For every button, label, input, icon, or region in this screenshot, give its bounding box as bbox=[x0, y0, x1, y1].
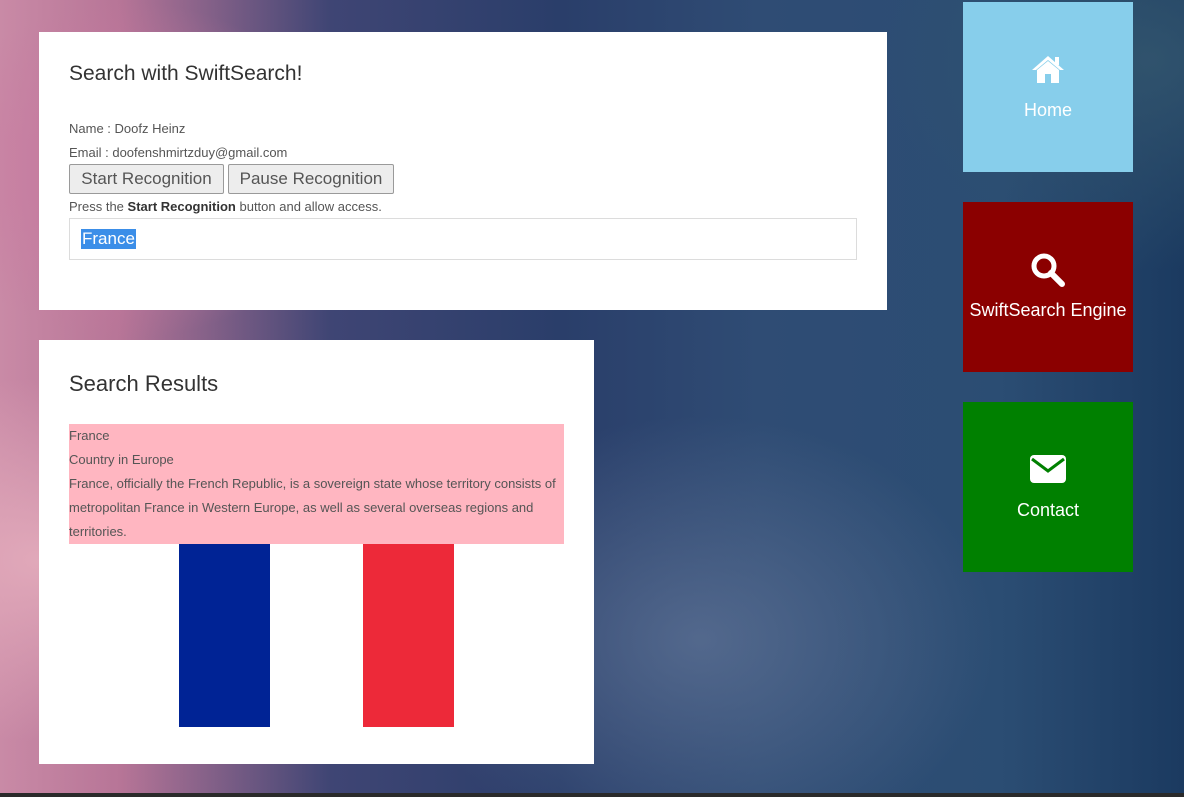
instruction-bold: Start Recognition bbox=[127, 199, 236, 214]
results-panel: Search Results France Country in Europe … bbox=[39, 340, 594, 764]
instruction-prefix: Press the bbox=[69, 199, 128, 214]
home-icon bbox=[963, 54, 1133, 89]
nav-tile-label: Contact bbox=[1016, 500, 1080, 520]
nav-tile-swiftsearch[interactable]: SwiftSearch Engine bbox=[963, 202, 1133, 372]
nav-tile-home[interactable]: Home bbox=[963, 2, 1133, 172]
search-panel-title: Search with SwiftSearch! bbox=[69, 62, 303, 85]
nav-tile-contact[interactable]: Contact bbox=[963, 402, 1133, 572]
nav-tile-label: SwiftSearch Engine bbox=[969, 300, 1127, 320]
result-title: France bbox=[69, 428, 110, 443]
result-summary: France Country in Europe France, officia… bbox=[69, 424, 564, 544]
flag-white-stripe bbox=[270, 544, 363, 727]
flag-red-stripe bbox=[363, 544, 454, 727]
pause-recognition-button[interactable]: Pause Recognition bbox=[228, 164, 394, 194]
france-flag-image bbox=[179, 544, 454, 727]
user-email: Email : doofenshmirtzduy@gmail.com bbox=[69, 145, 288, 160]
recognized-query-field[interactable]: France bbox=[69, 218, 857, 260]
start-recognition-button[interactable]: Start Recognition bbox=[69, 164, 224, 194]
search-icon bbox=[963, 252, 1133, 293]
results-title: Search Results bbox=[69, 371, 219, 396]
envelope-icon bbox=[963, 454, 1133, 489]
user-name: Name : Doofz Heinz bbox=[69, 121, 186, 136]
instruction-suffix: button and allow access. bbox=[235, 199, 382, 214]
result-subtitle: Country in Europe bbox=[69, 452, 174, 467]
nav-tile-label: Home bbox=[1023, 100, 1072, 120]
result-description: France, officially the French Republic, … bbox=[69, 476, 556, 539]
flag-blue-stripe bbox=[179, 544, 270, 727]
query-text: France bbox=[81, 229, 136, 249]
instruction-text: Press the Start Recognition button and a… bbox=[69, 199, 382, 214]
search-panel: Search with SwiftSearch! Name : Doofz He… bbox=[39, 32, 887, 310]
bottom-divider bbox=[0, 793, 1184, 797]
